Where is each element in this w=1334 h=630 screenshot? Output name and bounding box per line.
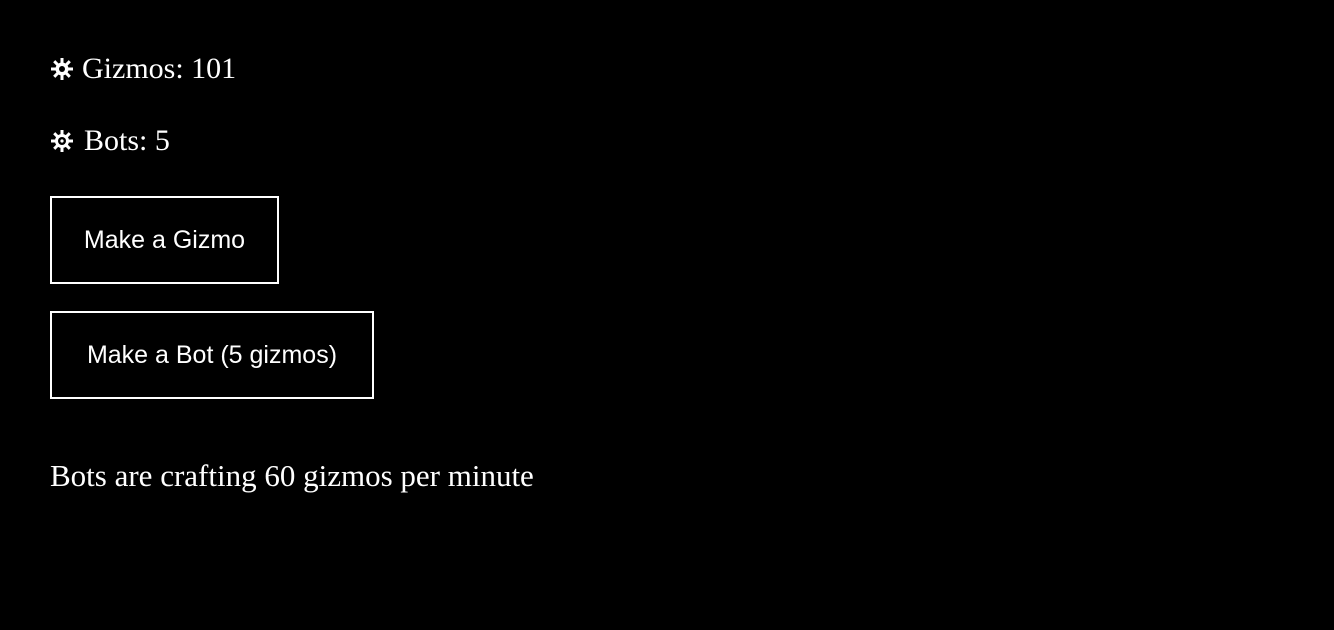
gizmos-count-label: Gizmos: 101 [82, 52, 237, 85]
bots-count-label: Bots: 5 [84, 124, 170, 157]
bot-gear-icon [50, 129, 74, 153]
production-rate-text: Bots are crafting 60 gizmos per minute [50, 458, 534, 493]
bots-counter: Bots: 5 [50, 123, 170, 159]
make-bot-button[interactable]: Make a Bot (5 gizmos) [50, 311, 374, 399]
make-gizmo-button[interactable]: Make a Gizmo [50, 196, 279, 284]
gear-icon [50, 57, 74, 81]
gizmos-counter: Gizmos: 101 [50, 51, 236, 87]
